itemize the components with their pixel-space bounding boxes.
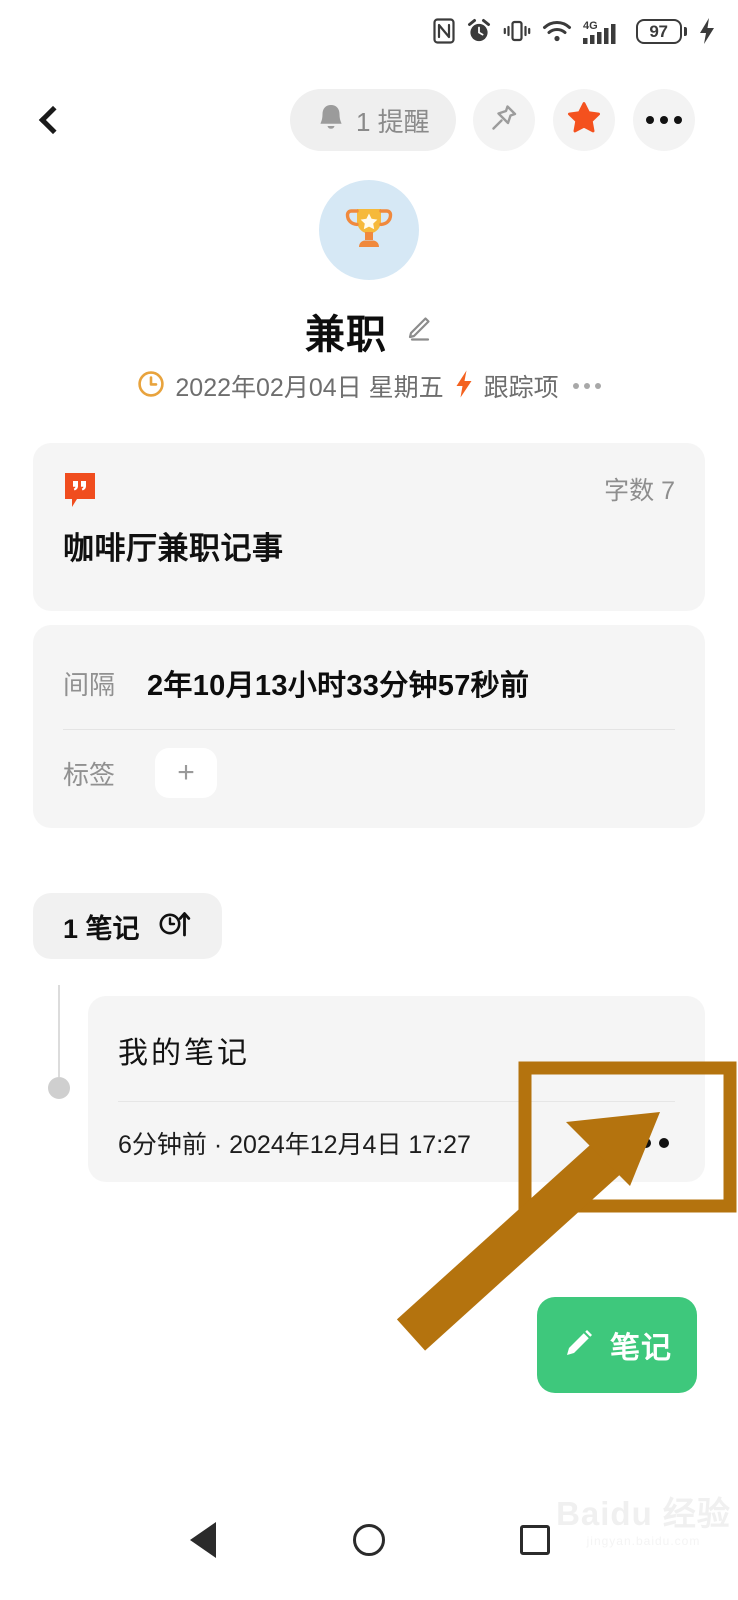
note-list-item[interactable]: 我的笔记 6分钟前 · 2024年12月4日 17:27 — [88, 996, 705, 1182]
status-bar: 4G 97 — [0, 0, 738, 62]
battery-tip — [683, 26, 687, 36]
date-row: 2022年02月04日 星期五 跟踪项 — [0, 368, 738, 404]
note-title: 我的笔记 — [118, 1037, 250, 1070]
page-title: 兼职 — [305, 313, 387, 357]
back-button[interactable] — [22, 92, 78, 148]
word-count-label: 字数 7 — [604, 477, 675, 505]
nav-home-button[interactable] — [314, 1524, 424, 1556]
more-horizontal-icon — [646, 116, 682, 124]
timeline-dot — [48, 1077, 70, 1099]
bell-icon — [316, 102, 346, 139]
interval-value: 2年10月13小时33分钟57秒前 — [147, 670, 530, 702]
reminder-label: 1 提醒 — [356, 106, 430, 137]
more-options-button[interactable] — [633, 89, 695, 151]
meta-divider — [63, 729, 675, 730]
signal-4g-icon: 4G — [582, 17, 625, 45]
date-overflow-icon[interactable] — [572, 383, 601, 389]
note-divider — [118, 1101, 675, 1102]
quote-card-header: 字数 7 — [63, 471, 675, 516]
favorite-button[interactable] — [553, 89, 615, 151]
nav-recents-icon — [520, 1525, 550, 1555]
note-timestamp: 6分钟前 · 2024年12月4日 17:27 — [118, 1131, 471, 1159]
quote-card[interactable]: 字数 7 咖啡厅兼职记事 — [33, 443, 705, 611]
nav-recents-button[interactable] — [480, 1525, 590, 1555]
interval-key: 间隔 — [63, 669, 116, 700]
vibrate-icon — [503, 18, 531, 44]
interval-row: 间隔 2年10月13小时33分钟57秒前 — [63, 652, 675, 714]
wifi-icon — [542, 19, 572, 43]
nav-home-icon — [353, 1524, 385, 1556]
notes-count-label: 1 笔记 — [63, 913, 140, 944]
add-tag-button[interactable]: + — [155, 748, 217, 798]
top-navigation-bar: 1 提醒 — [0, 75, 738, 165]
meta-card: 间隔 2年10月13小时33分钟57秒前 标签 + — [33, 625, 705, 828]
nav-back-button[interactable] — [148, 1522, 258, 1558]
page-title-row: 兼职 — [0, 302, 738, 360]
phone-screen: 4G 97 1 提醒 兼职 2022年02月04日 星期五 跟踪项 字数 7 咖… — [0, 0, 738, 1600]
lightning-icon — [454, 369, 474, 404]
nav-back-icon — [190, 1522, 216, 1558]
note-more-menu-button[interactable] — [617, 1128, 675, 1158]
tags-row: 标签 + — [63, 742, 675, 804]
battery-indicator: 97 — [635, 18, 687, 44]
trophy-icon — [340, 199, 398, 262]
star-icon — [566, 100, 602, 141]
tracker-label[interactable]: 跟踪项 — [484, 368, 559, 404]
system-navigation-bar — [0, 1480, 738, 1600]
quote-bubble-icon — [63, 471, 97, 516]
pencil-icon[interactable] — [403, 314, 433, 349]
new-note-label: 笔记 — [610, 1332, 672, 1365]
reminder-pill[interactable]: 1 提醒 — [290, 89, 456, 151]
alarm-icon — [466, 18, 492, 44]
pin-button[interactable] — [473, 89, 535, 151]
timeline-connector — [58, 985, 60, 1077]
charging-bolt-icon — [698, 17, 716, 45]
back-chevron-icon — [38, 105, 68, 135]
battery-body: 97 — [635, 18, 682, 44]
quote-card-body: 咖啡厅兼职记事 — [63, 531, 284, 566]
new-note-fab[interactable]: 笔记 — [537, 1297, 697, 1393]
clock-sort-ascending-icon[interactable] — [158, 908, 192, 945]
nfc-icon — [432, 18, 455, 44]
battery-level: 97 — [649, 21, 668, 41]
date-label: 2022年02月04日 星期五 — [175, 374, 444, 402]
tags-key: 标签 — [63, 759, 116, 790]
avatar[interactable] — [319, 180, 419, 280]
pin-icon — [488, 102, 520, 139]
note-footer: 6分钟前 · 2024年12月4日 17:27 — [118, 1118, 675, 1168]
clock-icon — [137, 370, 165, 403]
svg-text:4G: 4G — [583, 20, 598, 32]
notes-count-pill[interactable]: 1 笔记 — [33, 893, 222, 959]
pencil-icon — [562, 1326, 596, 1365]
avatar-container — [0, 180, 738, 280]
